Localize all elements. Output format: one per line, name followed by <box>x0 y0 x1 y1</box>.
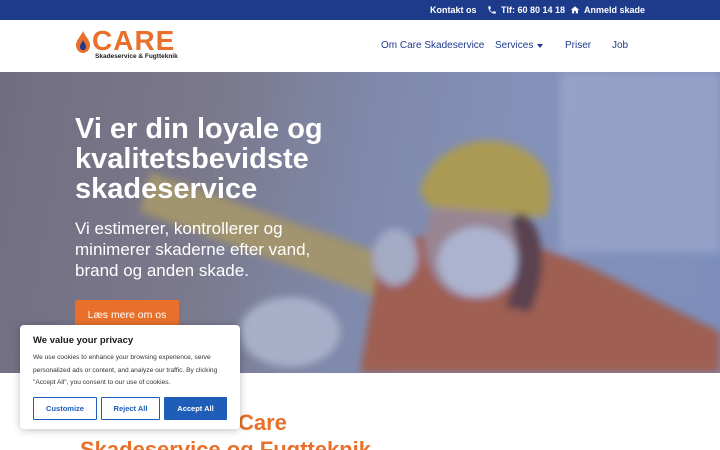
cookie-consent-banner: We value your privacy We use cookies to … <box>20 325 240 429</box>
care-logo[interactable]: CARE Skadeservice & Fugtteknik <box>76 25 186 64</box>
chevron-down-icon <box>537 43 544 48</box>
section-heading-line2: Skadeservice og Fugtteknik <box>80 437 371 450</box>
reject-all-button[interactable]: Reject All <box>101 397 160 420</box>
nav-about[interactable]: Om Care Skadeservice <box>381 40 484 51</box>
logo-wordmark: CARE <box>92 25 176 56</box>
logo-subtitle: Skadeservice & Fugtteknik <box>95 53 178 60</box>
phone-link[interactable]: Tlf: 60 80 14 18 <box>487 0 565 20</box>
nav-job-label: Job <box>612 40 629 51</box>
home-icon <box>570 6 580 14</box>
customize-button[interactable]: Customize <box>33 397 97 420</box>
hero-subtitle: Vi estimerer, kontrollerer og minimerer … <box>75 219 311 280</box>
site-header: CARE Skadeservice & Fugtteknik Om Care S… <box>0 20 720 72</box>
report-damage-label: Anmeld skade <box>584 5 646 15</box>
top-bar: Kontakt os Tlf: 60 80 14 18 Anmeld skade <box>0 0 720 20</box>
phone-icon <box>488 6 496 14</box>
flame-drop-icon <box>76 31 90 53</box>
contact-link[interactable]: Kontakt os <box>430 0 477 20</box>
nav-services-label: Services <box>495 40 534 51</box>
contact-link-label: Kontakt os <box>430 5 477 15</box>
hero-title: Vi er din loyale og kvalitetsbevidste sk… <box>75 113 323 205</box>
cookie-title: We value your privacy <box>33 335 134 346</box>
nav-prices-label: Priser <box>565 40 592 51</box>
nav-prices[interactable]: Priser <box>565 40 591 51</box>
cookie-description: We use cookies to enhance your browsing … <box>33 354 218 386</box>
section-heading-line1: Care <box>238 410 287 435</box>
nav-job[interactable]: Job <box>612 40 628 51</box>
nav-about-label: Om Care Skadeservice <box>381 40 485 51</box>
report-damage-link[interactable]: Anmeld skade <box>570 0 645 20</box>
accept-all-button[interactable]: Accept All <box>164 397 227 420</box>
phone-number: Tlf: 60 80 14 18 <box>501 5 566 15</box>
nav-services[interactable]: Services <box>495 40 544 51</box>
